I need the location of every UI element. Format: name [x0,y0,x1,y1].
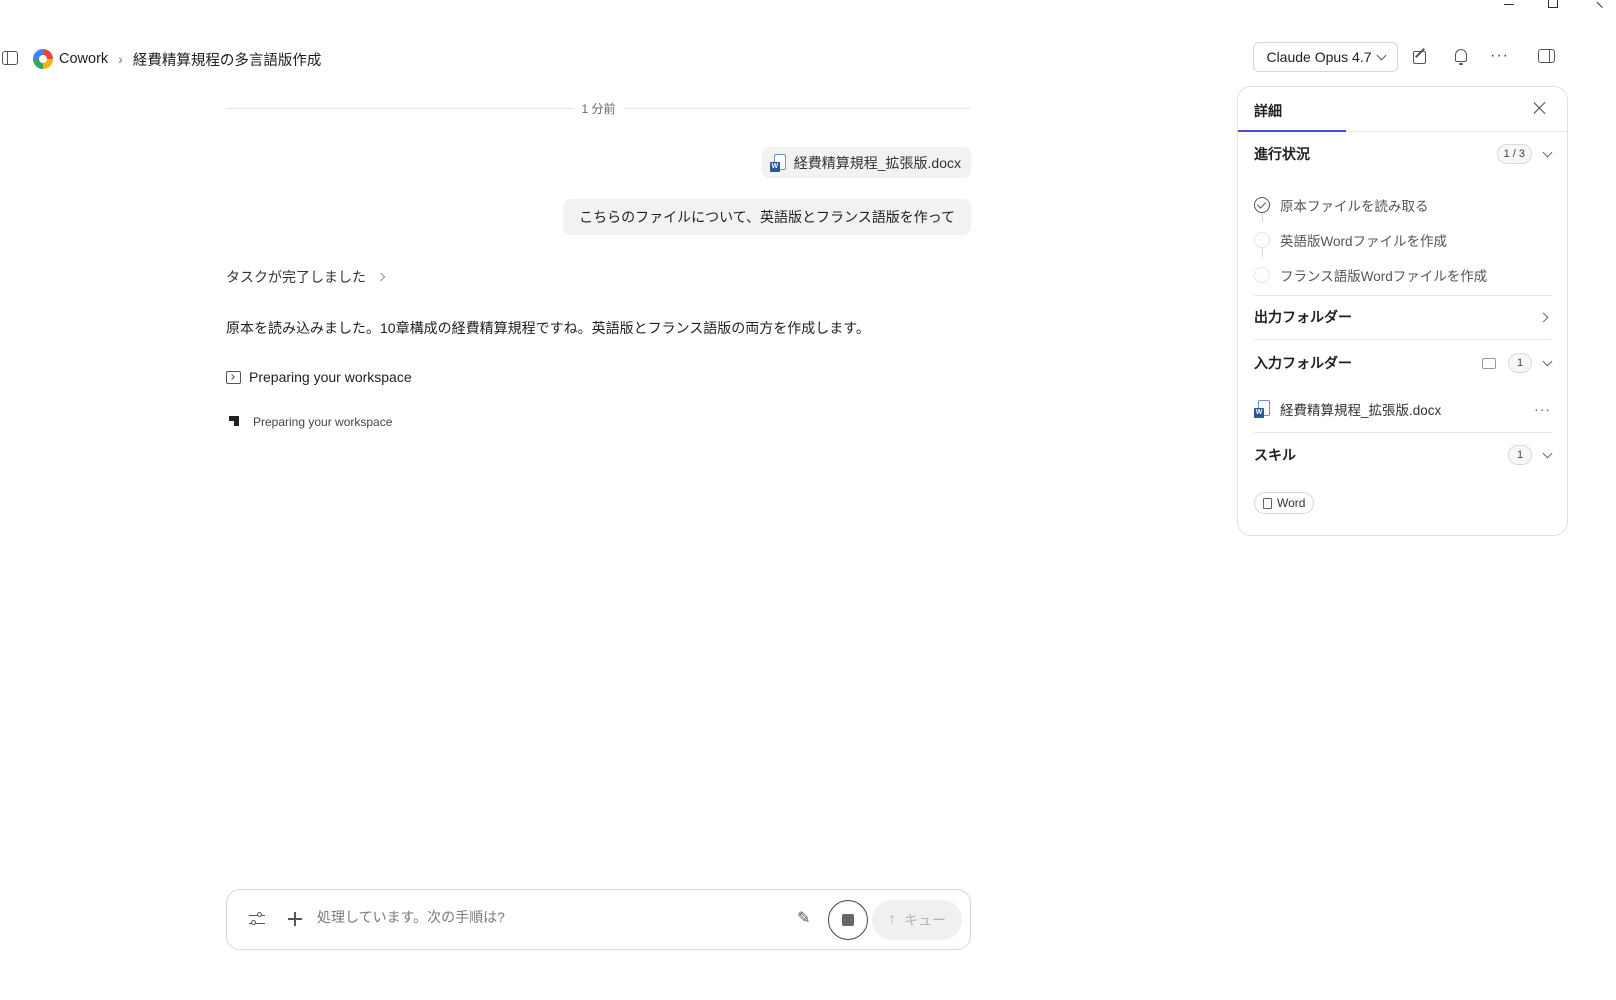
add-attachment-icon[interactable] [287,911,303,927]
skill-chip-label: Word [1277,496,1306,510]
file-more-icon[interactable]: ··· [1534,401,1551,417]
time-label: 1 分前 [581,101,616,116]
breadcrumb: Cowork › 経費精算規程の多言語版作成 [33,47,321,71]
breadcrumb-app[interactable]: Cowork [59,51,108,67]
chevron-down-icon [1542,147,1553,157]
settings-sliders-icon[interactable] [248,911,266,929]
terminal-icon [226,370,241,384]
more-options-icon[interactable]: ··· [1490,48,1508,66]
progress-step-label: 原本ファイルを読み取る [1280,198,1429,214]
progress-title: 進行状況 [1254,146,1310,162]
folder-icon[interactable] [1482,357,1496,369]
output-folder-header[interactable]: 出力フォルダー [1254,306,1551,328]
assistant-message: 原本を読み込みました。10章構成の経費精算規程ですね。英語版とフランス語版の両方… [226,320,870,336]
divider [1254,432,1551,433]
progress-step: 原本ファイルを読み取る [1254,187,1487,222]
detail-panel-header: 詳細 [1238,87,1567,132]
check-circle-icon [1254,196,1270,213]
top-bar: Cowork › 経費精算規程の多言語版作成 Claude Opus 4.7 ·… [0,40,1616,78]
skills-title: スキル [1254,447,1296,463]
chat-thread: 1 分前 W 経費精算規程_拡張版.docx こちらのファイルについて、英語版と… [226,95,972,429]
spinner-icon [229,416,241,428]
detail-panel: 詳細 進行状況 1 / 3 原本ファイルを読み取る 英語版Wordファイルを作成… [1237,86,1568,536]
progress-step: フランス語版Wordファイルを作成 [1254,257,1487,292]
attachment-name: 経費精算規程_拡張版.docx [793,154,961,171]
user-message: こちらのファイルについて、英語版とフランス語版を作って [563,199,971,235]
input-file-name: 経費精算規程_拡張版.docx [1280,403,1442,418]
time-divider: 1 分前 [226,95,972,121]
divider [1254,339,1551,340]
tool-call-label: Preparing your workspace [249,369,412,385]
chevron-down-icon [1542,356,1553,366]
input-folder-header[interactable]: 入力フォルダー 1 [1254,352,1553,374]
skills-header[interactable]: スキル 1 [1254,444,1553,466]
input-folder-title: 入力フォルダー [1254,355,1352,371]
progress-count-badge: 1 / 3 [1496,144,1532,164]
working-status-text: Preparing your workspace [253,415,393,429]
progress-section-header[interactable]: 進行状況 1 / 3 [1254,143,1553,165]
breadcrumb-task-title: 経費精算規程の多言語版作成 [132,52,322,69]
model-label: Claude Opus 4.7 [1266,49,1372,65]
window-controls [1484,0,1616,10]
skills-count: 1 [1508,445,1532,465]
progress-step: 英語版Wordファイルを作成 [1254,222,1487,257]
word-file-icon: W [1254,400,1270,418]
cowork-logo-icon [33,49,53,69]
tool-call-row[interactable]: Preparing your workspace [226,369,412,385]
divider [1254,295,1551,296]
stop-button[interactable] [828,900,868,940]
arrow-up-icon: ↑ [888,911,896,928]
pending-circle-icon [1254,231,1270,248]
notification-bell-icon[interactable] [1452,48,1470,66]
chevron-right-icon [1538,312,1549,322]
progress-step-label: 英語版Wordファイルを作成 [1280,233,1448,249]
minimize-icon[interactable] [1484,0,1528,10]
queue-label: キュー [904,912,946,928]
input-folder-count: 1 [1508,353,1532,373]
toggle-panel-icon[interactable] [1538,48,1556,66]
queue-button[interactable]: ↑ キュー [872,900,962,940]
tab-details[interactable]: 詳細 [1254,101,1282,121]
handwriting-pen-icon[interactable]: ✎ [797,910,815,928]
composer: ✎ ↑ キュー [226,889,971,950]
output-folder-title: 出力フォルダー [1254,309,1352,325]
progress-step-label: フランス語版Wordファイルを作成 [1280,268,1488,284]
skills-list: Word [1254,492,1551,514]
chevron-right-icon [376,272,386,282]
progress-steps: 原本ファイルを読み取る 英語版Wordファイルを作成 フランス語版Wordファイ… [1254,187,1487,292]
working-status: Preparing your workspace [229,415,392,429]
new-task-edit-icon[interactable] [1412,48,1430,66]
restore-icon[interactable] [1528,0,1572,10]
close-window-icon[interactable] [1572,0,1616,10]
message-input[interactable] [317,909,777,925]
breadcrumb-separator: › [118,51,123,67]
user-message-text: こちらのファイルについて、英語版とフランス語版を作って [579,209,955,225]
task-status-text: タスクが完了しました [226,269,366,285]
chevron-down-icon [1376,50,1386,60]
active-tab-indicator [1238,130,1346,132]
input-file-row[interactable]: W 経費精算規程_拡張版.docx ··· [1254,397,1551,421]
attachment-chip[interactable]: W 経費精算規程_拡張版.docx [761,147,971,178]
sidebar-toggle-icon[interactable] [2,51,18,65]
document-icon [1263,497,1272,509]
pending-circle-icon [1254,266,1270,283]
skill-chip-word[interactable]: Word [1254,492,1315,514]
chevron-down-icon [1542,448,1553,458]
task-status-toggle[interactable]: タスクが完了しました [226,267,386,287]
word-file-icon: W [769,153,786,172]
close-panel-icon[interactable] [1533,101,1547,115]
model-selector-button[interactable]: Claude Opus 4.7 [1253,42,1398,72]
